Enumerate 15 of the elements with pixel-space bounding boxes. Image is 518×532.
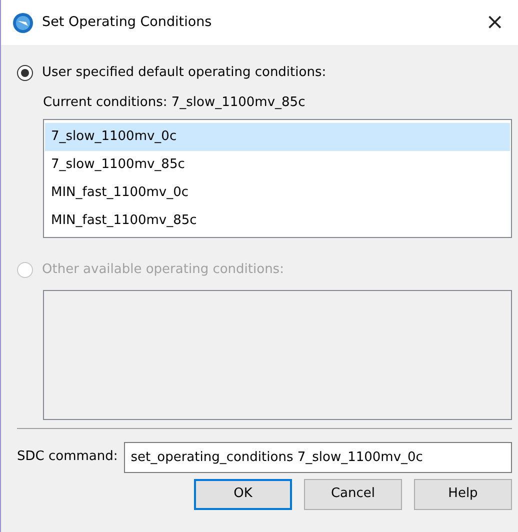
- radio-label[interactable]: User specified default operating conditions:: [42, 63, 326, 83]
- sdc-command-field[interactable]: set_operating_conditions 7_slow_1100mv_0c: [124, 442, 512, 472]
- list-item[interactable]: 7_slow_1100mv_0c: [45, 122, 510, 150]
- list-item[interactable]: MIN_fast_1100mv_85c: [45, 206, 510, 234]
- window-title: Set Operating Conditions: [42, 13, 213, 32]
- radio-button[interactable]: [17, 65, 33, 81]
- sdc-command-label: SDC command:: [17, 448, 118, 466]
- dialog-button[interactable]: OK: [194, 478, 292, 510]
- dialog-button[interactable]: Cancel: [304, 478, 402, 510]
- list-item[interactable]: MIN_fast_1100mv_0c: [45, 178, 510, 206]
- app-icon: [12, 12, 34, 34]
- list-item[interactable]: 7_slow_1100mv_85c: [45, 150, 510, 178]
- current-conditions-text: Current conditions: 7_slow_1100mv_85c: [43, 94, 306, 112]
- dialog-button[interactable]: Help: [414, 478, 512, 510]
- close-button[interactable]: ×: [484, 12, 506, 34]
